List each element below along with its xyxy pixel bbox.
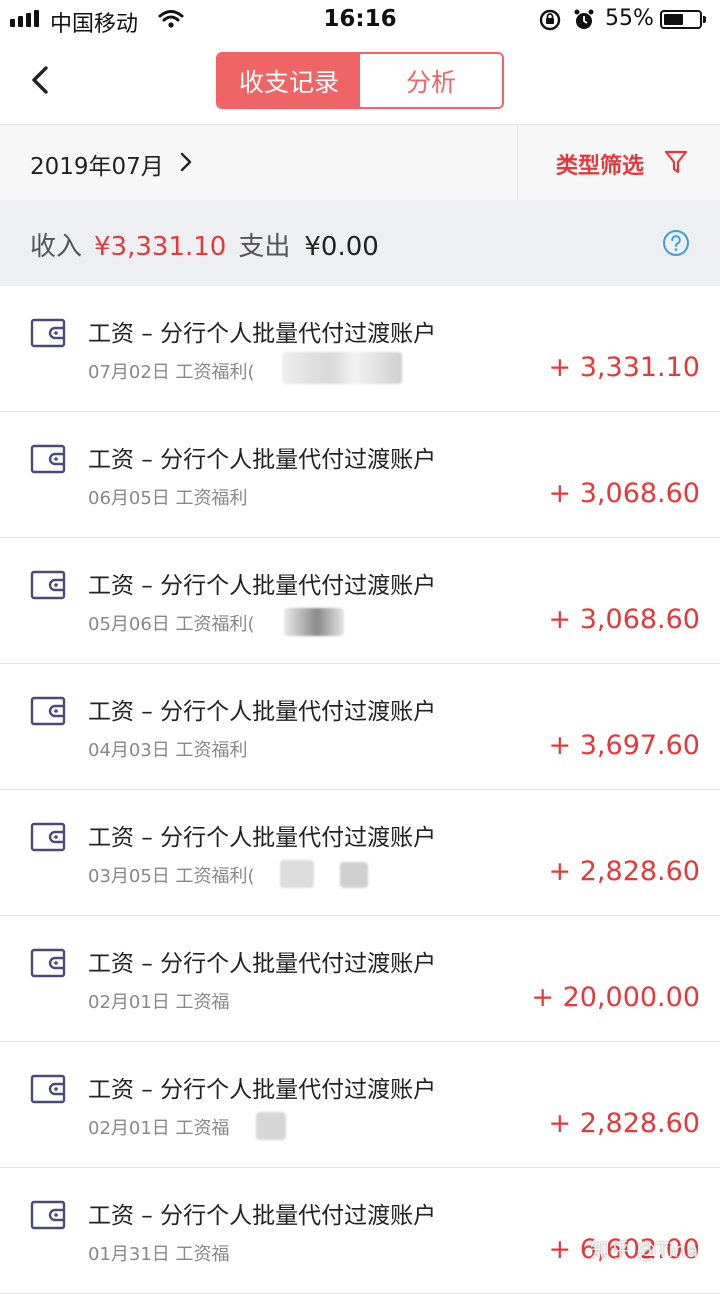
wallet-icon <box>30 696 66 730</box>
income-total: ¥3,331.10 <box>94 232 227 262</box>
record-subtitle: 02月01日 工资福 <box>88 992 230 1013</box>
wallet-icon <box>30 1074 66 1108</box>
wallet-icon <box>30 822 66 856</box>
record-subtitle: 07月02日 工资福利( <box>88 362 255 383</box>
redaction-blur <box>284 608 344 636</box>
record-subtitle: 01月31日 工资福 <box>88 1244 230 1265</box>
record-subtitle: 02月01日 工资福 <box>88 1118 230 1139</box>
battery-nub <box>703 16 706 23</box>
summary-bar: 收入 ¥3,331.10 支出 ¥0.00 <box>0 200 720 286</box>
record-amount: + 2,828.60 <box>548 1108 700 1139</box>
battery-percentage: 55% <box>605 6 654 31</box>
record-item[interactable]: 工资 – 分行个人批量代付过渡账户 06月05日 工资福利 + 3,068.60 <box>0 412 720 538</box>
wallet-icon <box>30 570 66 604</box>
record-title: 工资 – 分行个人批量代付过渡账户 <box>88 825 437 851</box>
rotation-lock-icon <box>538 8 562 36</box>
battery-level <box>664 14 683 25</box>
status-bar: 中国移动 16:16 55% <box>0 0 720 40</box>
record-subtitle: 06月05日 工资福利 <box>88 488 248 509</box>
tab-records[interactable]: 收支记录 <box>218 54 360 107</box>
redaction-blur <box>340 862 368 888</box>
help-icon[interactable] <box>662 229 690 261</box>
record-item[interactable]: 工资 – 分行个人批量代付过渡账户 07月02日 工资福利( + 3,331.1… <box>0 286 720 412</box>
filter-bar: 2019年07月 类型筛选 <box>0 124 720 200</box>
expense-label: 支出 <box>238 232 291 262</box>
record-item[interactable]: 工资 – 分行个人批量代付过渡账户 04月03日 工资福利 + 3,697.60 <box>0 664 720 790</box>
redaction-blur <box>280 860 314 888</box>
redaction-blur <box>282 352 402 384</box>
month-picker[interactable]: 2019年07月 <box>0 125 516 200</box>
type-filter-label: 类型筛选 <box>556 154 645 179</box>
record-subtitle: 04月03日 工资福利 <box>88 740 248 761</box>
segmented-control: 收支记录 分析 <box>216 52 504 109</box>
record-item[interactable]: 工资 – 分行个人批量代付过渡账户 01月31日 工资福 + 6,602.00 <box>0 1168 720 1294</box>
record-item[interactable]: 工资 – 分行个人批量代付过渡账户 02月01日 工资福 + 20,000.00 <box>0 916 720 1042</box>
nav-bar: 收支记录 分析 <box>0 40 720 124</box>
record-amount: + 3,068.60 <box>548 478 700 509</box>
record-amount: + 3,068.60 <box>548 604 700 635</box>
type-filter-button[interactable]: 类型筛选 <box>518 125 720 200</box>
record-title: 工资 – 分行个人批量代付过渡账户 <box>88 951 437 977</box>
record-amount: + 20,000.00 <box>531 982 700 1013</box>
record-item[interactable]: 工资 – 分行个人批量代付过渡账户 03月05日 工资福利( + 2,828.6… <box>0 790 720 916</box>
record-amount: + 3,697.60 <box>548 730 700 761</box>
record-subtitle: 03月05日 工资福利( <box>88 866 255 887</box>
income-label: 收入 <box>30 232 83 262</box>
record-title: 工资 – 分行个人批量代付过渡账户 <box>88 1077 437 1103</box>
record-amount: + 2,828.60 <box>548 856 700 887</box>
wallet-icon <box>30 444 66 478</box>
tab-analysis[interactable]: 分析 <box>360 54 502 107</box>
chevron-left-icon <box>32 66 48 94</box>
record-subtitle: 05月06日 工资福利( <box>88 614 255 635</box>
record-item[interactable]: 工资 – 分行个人批量代付过渡账户 05月06日 工资福利( + 3,068.6… <box>0 538 720 664</box>
record-item[interactable]: 工资 – 分行个人批量代付过渡账户 02月01日 工资福 + 2,828.60 <box>0 1042 720 1168</box>
expense-total: ¥0.00 <box>304 232 379 262</box>
record-title: 工资 – 分行个人批量代付过渡账户 <box>88 447 437 473</box>
record-title: 工资 – 分行个人批量代付过渡账户 <box>88 1203 437 1229</box>
battery-icon <box>660 10 702 29</box>
summary-text: 收入 ¥3,331.10 支出 ¥0.00 <box>30 226 379 263</box>
wallet-icon <box>30 318 66 352</box>
record-list: 工资 – 分行个人批量代付过渡账户 07月02日 工资福利( + 3,331.1… <box>0 286 720 1294</box>
month-label: 2019年07月 <box>30 154 164 180</box>
wallet-icon <box>30 1200 66 1234</box>
redaction-blur <box>256 1112 286 1140</box>
record-title: 工资 – 分行个人批量代付过渡账户 <box>88 321 437 347</box>
alarm-icon <box>572 8 596 36</box>
watermark: 知乎 @Tina <box>590 1238 699 1262</box>
record-title: 工资 – 分行个人批量代付过渡账户 <box>88 699 437 725</box>
funnel-icon <box>664 149 688 179</box>
wallet-icon <box>30 948 66 982</box>
record-title: 工资 – 分行个人批量代付过渡账户 <box>88 573 437 599</box>
back-button[interactable] <box>22 60 62 100</box>
chevron-right-icon <box>178 151 194 177</box>
record-amount: + 3,331.10 <box>548 352 700 383</box>
